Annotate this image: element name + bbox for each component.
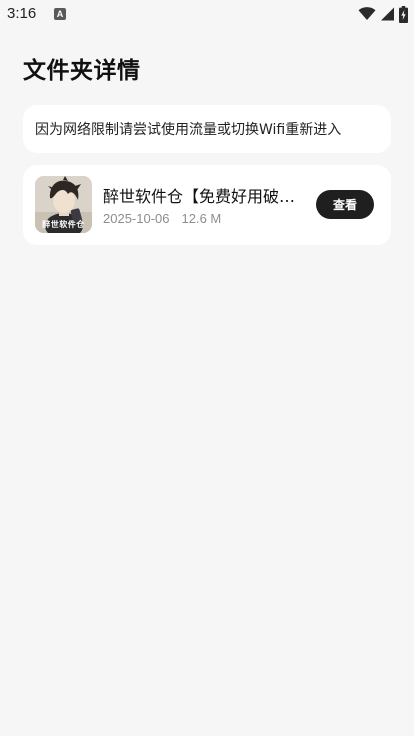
page-title: 文件夹详情 bbox=[23, 58, 141, 84]
file-meta: 2025-10-06 12.6 M bbox=[103, 211, 221, 226]
app-notification-icon: A bbox=[54, 8, 66, 20]
file-thumbnail: 醉世软件仓 bbox=[35, 176, 92, 233]
file-list-item[interactable]: 醉世软件仓 醉世软件仓【免费好用破解软件】 2025-10-06 12.6 M … bbox=[23, 165, 391, 245]
status-bar: 3:16 A bbox=[0, 0, 414, 30]
signal-icon bbox=[381, 7, 394, 21]
status-icons bbox=[358, 4, 408, 24]
battery-charging-icon bbox=[399, 5, 408, 23]
wifi-icon bbox=[358, 7, 376, 20]
file-name: 醉世软件仓【免费好用破解软件】 bbox=[103, 187, 299, 206]
network-notice-text: 因为网络限制请尝试使用流量或切换Wifi重新进入 bbox=[35, 122, 342, 138]
view-button[interactable]: 查看 bbox=[316, 190, 374, 219]
status-time: 3:16 bbox=[7, 5, 37, 22]
file-date: 2025-10-06 bbox=[103, 211, 170, 226]
thumbnail-caption: 醉世软件仓 bbox=[42, 220, 85, 229]
file-size: 12.6 M bbox=[181, 211, 222, 226]
network-notice-card: 因为网络限制请尝试使用流量或切换Wifi重新进入 bbox=[23, 105, 391, 153]
